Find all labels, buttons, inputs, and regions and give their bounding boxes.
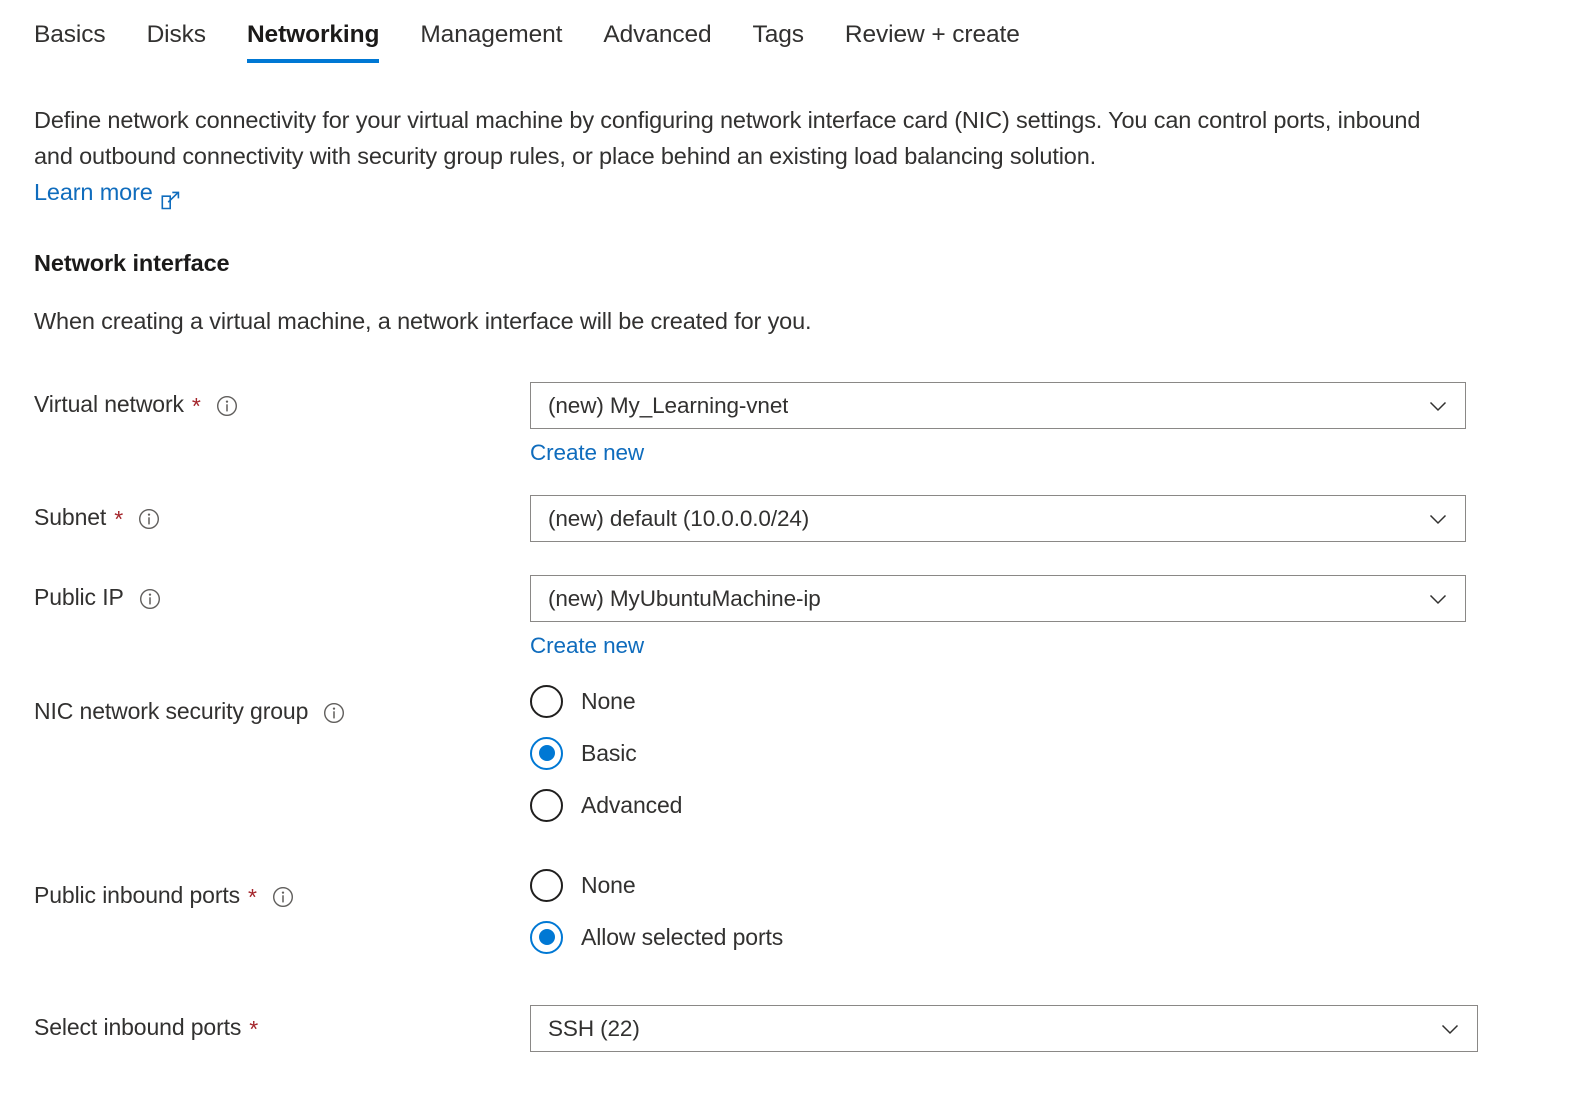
public-inbound-ports-label-group: Public inbound ports *: [34, 882, 294, 909]
chevron-down-icon: [1427, 588, 1449, 610]
select-inbound-ports-label-group: Select inbound ports *: [34, 1014, 258, 1041]
virtual-network-value: (new) My_Learning-vnet: [548, 392, 789, 418]
section-title-network-interface: Network interface: [34, 250, 230, 276]
networking-tab-page: Basics Disks Networking Management Advan…: [0, 0, 1584, 1096]
select-inbound-ports-label: Select inbound ports: [34, 1014, 242, 1040]
info-icon[interactable]: [323, 702, 345, 724]
nic-nsg-label: NIC network security group: [34, 698, 309, 724]
public-inbound-ports-option-none[interactable]: None: [530, 859, 783, 911]
nic-nsg-option-advanced-label: Advanced: [581, 791, 683, 818]
tab-basics-label: Basics: [34, 21, 106, 48]
info-icon[interactable]: [272, 886, 294, 908]
public-inbound-ports-label: Public inbound ports: [34, 882, 241, 908]
tab-management[interactable]: Management: [420, 18, 562, 66]
section-subtitle: When creating a virtual machine, a netwo…: [34, 308, 812, 334]
select-inbound-ports-value: SSH (22): [548, 1015, 640, 1041]
subnet-control: (new) default (10.0.0.0/24): [530, 495, 1466, 542]
subnet-value: (new) default (10.0.0.0/24): [548, 505, 810, 531]
virtual-network-dropdown[interactable]: (new) My_Learning-vnet: [530, 382, 1466, 429]
intro-description: Define network connectivity for your vir…: [34, 102, 1434, 210]
select-inbound-ports-required-asterisk: *: [249, 1016, 259, 1042]
public-ip-control: (new) MyUbuntuMachine-ip Create new: [530, 575, 1466, 659]
select-inbound-ports-dropdown[interactable]: SSH (22): [530, 1005, 1478, 1052]
nic-nsg-option-none-label: None: [581, 687, 636, 714]
virtual-network-create-new-link[interactable]: Create new: [530, 440, 644, 466]
public-ip-dropdown[interactable]: (new) MyUbuntuMachine-ip: [530, 575, 1466, 622]
public-ip-value: (new) MyUbuntuMachine-ip: [548, 585, 821, 611]
tab-tags-label: Tags: [752, 21, 804, 48]
external-link-icon: [161, 184, 180, 209]
public-ip-label-group: Public IP: [34, 584, 161, 611]
subnet-label: Subnet: [34, 504, 107, 530]
learn-more-link[interactable]: Learn more: [34, 174, 180, 210]
public-inbound-ports-required-asterisk: *: [248, 884, 257, 910]
virtual-network-label: Virtual network: [34, 391, 184, 417]
info-icon[interactable]: [138, 508, 160, 530]
radio-indicator-selected: [530, 736, 563, 770]
nic-nsg-radio-group: None Basic Advanced: [530, 675, 682, 831]
radio-indicator-selected: [530, 920, 563, 954]
public-ip-label: Public IP: [34, 584, 124, 610]
info-icon[interactable]: [139, 588, 161, 610]
tab-networking-label: Networking: [246, 21, 380, 48]
subnet-dropdown[interactable]: (new) default (10.0.0.0/24): [530, 495, 1466, 542]
public-inbound-ports-option-allow-selected[interactable]: Allow selected ports: [530, 911, 783, 963]
chevron-down-icon: [1427, 508, 1449, 530]
nic-nsg-label-group: NIC network security group: [34, 698, 345, 725]
chevron-down-icon: [1439, 1018, 1461, 1040]
tab-disks[interactable]: Disks: [147, 18, 206, 66]
virtual-network-control: (new) My_Learning-vnet Create new: [530, 382, 1466, 466]
nic-nsg-option-basic-label: Basic: [581, 739, 637, 766]
radio-indicator: [530, 788, 563, 822]
virtual-network-required-asterisk: *: [191, 393, 201, 419]
nic-nsg-option-advanced[interactable]: Advanced: [530, 779, 682, 831]
tab-tags[interactable]: Tags: [753, 18, 804, 66]
public-ip-create-new-link[interactable]: Create new: [530, 633, 644, 659]
public-inbound-ports-radio-group: None Allow selected ports: [530, 859, 783, 963]
chevron-down-icon: [1427, 395, 1449, 417]
public-inbound-ports-option-none-label: None: [581, 871, 636, 898]
tab-review-create[interactable]: Review + create: [845, 18, 1020, 66]
learn-more-label: Learn more: [34, 179, 153, 205]
tab-disks-label: Disks: [146, 21, 206, 48]
intro-paragraph: Define network connectivity for your vir…: [34, 107, 1421, 169]
tab-review-create-label: Review + create: [844, 21, 1020, 48]
virtual-network-label-group: Virtual network *: [34, 391, 238, 418]
info-icon[interactable]: [216, 395, 238, 417]
wizard-tab-strip: Basics Disks Networking Management Advan…: [0, 0, 1584, 72]
public-inbound-ports-option-allow-selected-label: Allow selected ports: [581, 923, 784, 950]
radio-indicator: [530, 684, 563, 718]
tab-networking[interactable]: Networking: [246, 18, 380, 66]
nic-nsg-option-none[interactable]: None: [530, 675, 682, 727]
nic-nsg-option-basic[interactable]: Basic: [530, 727, 682, 779]
select-inbound-ports-control: SSH (22): [530, 1005, 1478, 1052]
tab-basics[interactable]: Basics: [34, 18, 106, 66]
subnet-required-asterisk: *: [114, 506, 124, 532]
radio-indicator: [530, 868, 563, 902]
tab-management-label: Management: [420, 21, 563, 48]
tab-advanced[interactable]: Advanced: [603, 18, 711, 66]
tab-advanced-label: Advanced: [603, 21, 712, 48]
subnet-label-group: Subnet *: [34, 504, 160, 531]
